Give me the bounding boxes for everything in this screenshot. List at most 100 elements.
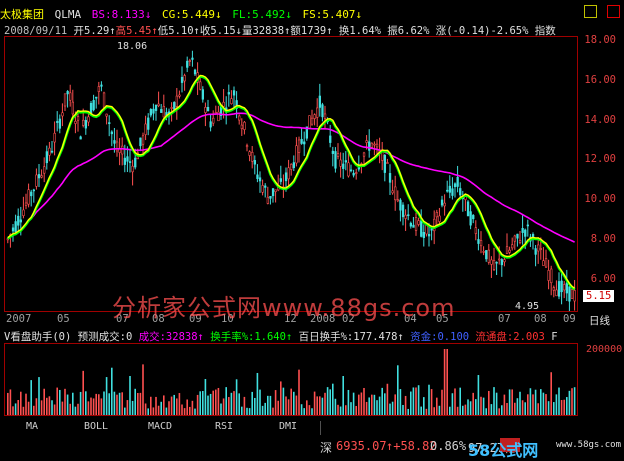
tab-boll[interactable]: BOLL xyxy=(64,421,129,435)
volume-bar xyxy=(280,381,282,415)
close-icon[interactable] xyxy=(607,5,620,18)
candlestick xyxy=(386,158,389,164)
volume-value: 成交:32838↑ xyxy=(138,331,204,343)
volume-bar xyxy=(324,392,326,415)
candlestick xyxy=(271,188,275,203)
candlestick xyxy=(261,179,264,196)
price-chart-canvas: 18.06 4.95 xyxy=(6,41,576,311)
volume-chart[interactable] xyxy=(4,343,578,416)
volume-bar xyxy=(558,387,560,415)
candlestick xyxy=(368,129,371,158)
tab-rsi[interactable]: RSI xyxy=(192,421,257,435)
tab-macd[interactable]: MACD xyxy=(128,421,193,435)
candlestick xyxy=(79,135,82,140)
volume-bar xyxy=(77,403,79,415)
candlestick xyxy=(279,165,283,185)
volume-forecast: 预测成交:0 xyxy=(77,331,133,343)
volume-bar xyxy=(417,385,420,415)
candlestick xyxy=(188,58,192,67)
status-bar: 深 6935.07 ↑+58.82 0.86% 97.27亿 58公式网 www… xyxy=(0,436,624,460)
volume-bar xyxy=(428,384,430,415)
volume-bar xyxy=(407,408,409,415)
candlestick xyxy=(381,141,384,171)
volume-bar xyxy=(272,407,274,415)
volume-bar xyxy=(441,389,443,415)
stock-name: 太极集团 xyxy=(0,8,44,21)
volume-bar xyxy=(108,393,110,415)
candlestick xyxy=(66,90,69,108)
candlestick xyxy=(110,130,114,147)
current-price-label: 5.15 xyxy=(583,290,615,302)
candlestick xyxy=(95,96,98,109)
candlestick xyxy=(256,164,259,183)
candlestick xyxy=(141,132,145,155)
volume-bar xyxy=(22,406,25,415)
volume-bar xyxy=(287,399,290,415)
tab-dmi[interactable]: DMI xyxy=(256,421,321,435)
volume-bar xyxy=(436,397,438,415)
candlestick xyxy=(206,99,210,112)
volume-bar xyxy=(142,364,144,415)
ma-long-line xyxy=(7,112,575,243)
volume-bar xyxy=(56,387,58,415)
candlestick xyxy=(453,182,457,198)
volume-bar xyxy=(563,399,565,415)
volume-bar xyxy=(261,405,264,415)
volume-bar xyxy=(243,396,246,415)
volume-bar xyxy=(150,396,152,415)
volume-bar xyxy=(501,405,503,415)
volume-bar xyxy=(194,408,196,415)
market-label: 深 xyxy=(320,441,333,455)
price-chart[interactable]: 18.06 4.95 xyxy=(4,36,578,312)
candlestick xyxy=(131,159,134,186)
candlestick xyxy=(115,129,119,157)
price-tick: 10.00 xyxy=(584,193,616,205)
candlestick xyxy=(555,280,558,297)
tab-ma[interactable]: MA xyxy=(0,421,65,435)
candlestick xyxy=(32,188,36,203)
volume-bar xyxy=(514,402,516,415)
period-label[interactable]: 日线 xyxy=(589,313,610,328)
candlestick xyxy=(362,151,366,165)
volume-bar xyxy=(113,391,116,415)
volume-bar xyxy=(59,389,61,415)
volume-bar xyxy=(64,388,66,415)
candlestick xyxy=(191,50,194,67)
candlestick xyxy=(391,179,394,195)
watermark-text: 分析家公式网www.88gs.com xyxy=(112,294,456,322)
candlestick xyxy=(331,146,335,167)
candlestick xyxy=(360,162,363,174)
candlestick xyxy=(557,272,561,300)
candlestick xyxy=(227,84,231,107)
volume-bar xyxy=(329,389,331,415)
volume-bar xyxy=(181,404,183,415)
candlestick xyxy=(329,124,332,148)
volume-bar xyxy=(433,407,435,415)
volume-bar xyxy=(69,403,71,415)
candlestick xyxy=(147,113,150,136)
volume-bar xyxy=(524,402,526,415)
volume-bar xyxy=(485,408,487,415)
volume-bar xyxy=(241,406,243,415)
minimize-icon[interactable] xyxy=(584,5,598,18)
volume-bar xyxy=(51,400,53,415)
cg-value: CG:5.449↓ xyxy=(161,8,222,21)
volume-bar xyxy=(449,406,451,415)
candlestick xyxy=(469,205,472,230)
candlestick xyxy=(310,109,314,126)
volume-bar xyxy=(339,406,342,415)
volume-bar xyxy=(274,390,277,415)
candlestick xyxy=(412,217,415,228)
volume-bar xyxy=(534,389,537,415)
volume-bar xyxy=(98,394,100,415)
candlestick xyxy=(537,237,540,264)
volume-bar xyxy=(573,387,576,415)
volume-bar xyxy=(9,389,12,415)
candlestick xyxy=(53,121,56,156)
volume-bar xyxy=(475,399,477,415)
indicator-name: QLMA xyxy=(54,8,82,21)
volume-bar xyxy=(298,369,300,415)
volume-bar xyxy=(399,389,402,415)
volume-bar xyxy=(446,349,448,415)
volume-bar xyxy=(506,403,508,415)
